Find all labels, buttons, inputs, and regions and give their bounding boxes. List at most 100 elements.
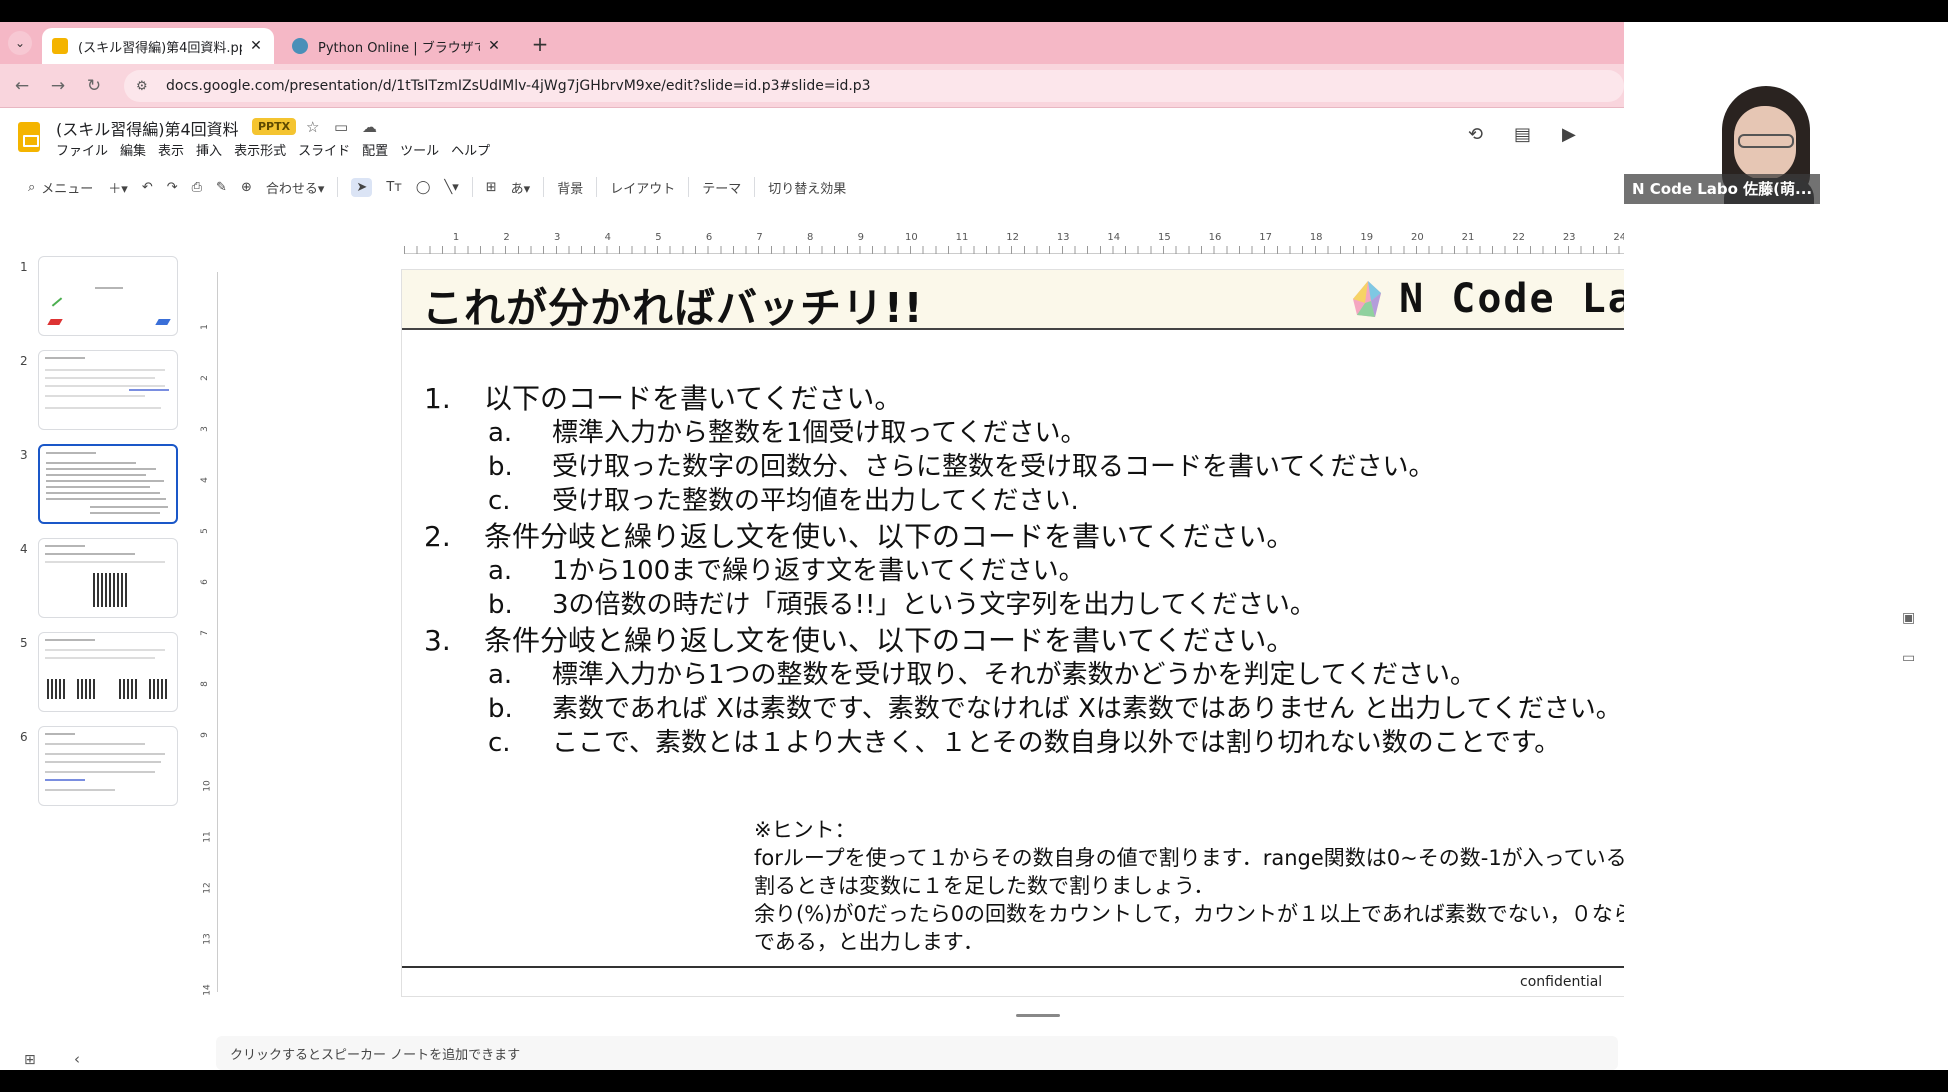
ruler-mark: 8 [199, 681, 210, 687]
menu-view[interactable]: 表示 [158, 140, 184, 159]
hint-text-box[interactable]: ※ヒント： forループを使って１からその数自身の値で割ります．range関数は… [754, 816, 1624, 956]
transition-button[interactable]: 切り替え効果 [768, 178, 846, 197]
slide-thumbnail[interactable] [38, 350, 178, 430]
star-icon[interactable]: ☆ [306, 118, 319, 136]
text-box-icon[interactable]: Tт [386, 180, 402, 195]
slide-thumbnail[interactable] [38, 538, 178, 618]
ruler-mark: 14 [1107, 232, 1121, 243]
ruler-mark: 22 [1512, 232, 1525, 243]
comments-icon[interactable]: ▤ [1514, 124, 1531, 145]
slide-body[interactable]: 1. 以下のコードを書いてください。 a. 標準入力から整数を1個受け取ってください… [424, 380, 1624, 760]
ruler-mark: 7 [756, 232, 763, 243]
notes-resize-handle[interactable] [1016, 1014, 1060, 1017]
filmstrip-item[interactable]: 3 [0, 444, 200, 526]
ruler-mark: 6 [705, 232, 713, 243]
zoom-icon[interactable]: ⊕ [241, 180, 252, 195]
search-menus[interactable]: ⌕ メニュー [18, 178, 101, 197]
layout-button[interactable]: レイアウト [610, 178, 675, 197]
back-arrow-icon[interactable]: ← [10, 74, 34, 98]
docs-header: (スキル習得編)第4回資料 PPTX ☆ ▭ ☁ ファイル 編集 表示 挿入 表… [0, 108, 1624, 164]
menu-insert[interactable]: 挿入 [196, 140, 222, 159]
menu-arrange[interactable]: 配置 [362, 140, 388, 159]
speaker-notes[interactable]: クリックするとスピーカー ノートを追加できます [216, 1036, 1618, 1070]
background-button[interactable]: 背景 [557, 178, 583, 197]
google-slides-logo-icon[interactable] [18, 122, 40, 152]
tab-python-online[interactable]: Python Online | ブラウザでプログラ ✕ [282, 28, 512, 64]
filmstrip-item[interactable]: 2 [0, 350, 200, 432]
collapse-filmstrip-icon[interactable]: ‹ [74, 1050, 80, 1068]
meet-camera-icon[interactable]: ▶ [1562, 124, 1576, 145]
item-text: 以下のコードを書いてください。 [484, 382, 903, 415]
new-tab-button[interactable]: + [528, 32, 552, 56]
undo-icon[interactable]: ↶ [142, 180, 153, 195]
theme-button[interactable]: テーマ [702, 178, 741, 197]
select-tool-icon[interactable]: ➤ [351, 177, 373, 197]
menu-slide[interactable]: スライド [298, 140, 350, 159]
forward-arrow-icon[interactable]: → [46, 74, 70, 98]
toolbar-divider [543, 177, 545, 197]
shape-icon[interactable]: ◯ [416, 180, 431, 195]
filmstrip-item[interactable]: 6 [0, 726, 200, 808]
glasses [1738, 134, 1794, 148]
toolbar-divider [471, 177, 473, 197]
slide-thumbnail[interactable] [38, 726, 178, 806]
ruler-mark: 12 [202, 882, 213, 894]
drive-folder-icon[interactable]: ▭ [1902, 650, 1915, 666]
ruler-mark: 18 [1309, 232, 1323, 243]
sub-letter: b. [488, 452, 513, 482]
ruler-mark: 6 [199, 579, 210, 585]
paint-format-icon[interactable]: ✎ [216, 180, 227, 195]
close-icon[interactable]: ✕ [486, 38, 502, 54]
version-history-icon[interactable]: ⟲ [1468, 124, 1483, 145]
menu-help[interactable]: ヘルプ [451, 140, 490, 159]
toolbar-divider [754, 177, 756, 197]
list-item: 1. 以下のコードを書いてください。 [424, 382, 1624, 416]
slide-title[interactable]: これが分かればバッチリ!! [422, 274, 923, 334]
redo-icon[interactable]: ↷ [167, 180, 178, 195]
move-folder-icon[interactable]: ▭ [334, 118, 348, 136]
new-slide-icon[interactable]: ＋▾ [108, 178, 128, 197]
zoom-select[interactable]: 合わせる▾ [266, 178, 325, 197]
sub-letter: c. [488, 486, 511, 516]
menu-tools[interactable]: ツール [400, 140, 439, 159]
sub-item: b. 受け取った数字の回数分、さらに整数を受け取るコードを書いてください。 [488, 450, 1624, 484]
input-tools-select[interactable]: あ▾ [511, 178, 531, 197]
line-icon[interactable]: ╲▾ [444, 180, 458, 195]
sub-item: a. 標準入力から整数を1個受け取ってください。 [488, 416, 1624, 450]
close-icon[interactable]: ✕ [248, 38, 264, 54]
grid-view-icon[interactable]: ⊞ [24, 1052, 36, 1068]
screen: ⌄ (スキル習得編)第4回資料.pptx - ✕ Python Online |… [0, 0, 1948, 1092]
ruler-mark: 2 [199, 375, 210, 381]
menu-format[interactable]: 表示形式 [234, 140, 286, 159]
slide-canvas[interactable]: これが分かればバッチリ!! N Code Labo 1. 以下のコードを書いてくだ… [402, 270, 1624, 996]
filmstrip-item[interactable]: 5 [0, 632, 200, 714]
sub-text: 標準入力から1つの整数を受け取り、それが素数かどうかを判定してください。 [552, 660, 1476, 690]
print-icon[interactable]: ⎙ [192, 180, 202, 195]
slide-thumbnail[interactable] [38, 256, 178, 336]
sub-item: b. 素数であれば Xは素数です、素数でなければ Xは素数ではありません と出力し… [488, 692, 1624, 726]
slide-thumbnail[interactable] [38, 632, 178, 712]
tab-slides[interactable]: (スキル習得編)第4回資料.pptx - ✕ [42, 28, 274, 64]
filmstrip-item[interactable]: 4 [0, 538, 200, 620]
slide-thumbnail-selected[interactable] [38, 444, 178, 524]
hint-heading: ※ヒント： [754, 818, 856, 842]
sub-text: ここで、素数とは１より大きく、１とその数自身以外では割り切れない数のことです。 [552, 728, 1561, 758]
sub-item: a. 標準入力から1つの整数を受け取り、それが素数かどうかを判定してください。 [488, 658, 1624, 692]
address-bar[interactable]: ⚙ docs.google.com/presentation/d/1tTsITz… [124, 70, 1624, 102]
menu-edit[interactable]: 編集 [120, 140, 146, 159]
python-favicon-icon [292, 38, 308, 54]
item-number: 3. [424, 624, 451, 657]
filmstrip-item[interactable]: 1 [0, 256, 200, 338]
tab-search-button[interactable]: ⌄ [8, 31, 32, 55]
keep-icon[interactable]: ▣ [1902, 610, 1915, 626]
cloud-status-icon[interactable]: ☁ [362, 118, 377, 136]
slide-number: 3 [20, 448, 28, 462]
brand: N Code Labo [1351, 276, 1624, 322]
ruler-mark: 20 [1411, 232, 1424, 243]
menu-file[interactable]: ファイル [56, 140, 108, 159]
document-title[interactable]: (スキル習得編)第4回資料 [56, 116, 239, 140]
insert-placeholder-icon[interactable]: ⊞ [486, 180, 497, 195]
site-settings-icon[interactable]: ⚙ [136, 79, 154, 94]
reload-icon[interactable]: ↻ [82, 74, 106, 98]
ruler-mark: 7 [199, 630, 210, 636]
